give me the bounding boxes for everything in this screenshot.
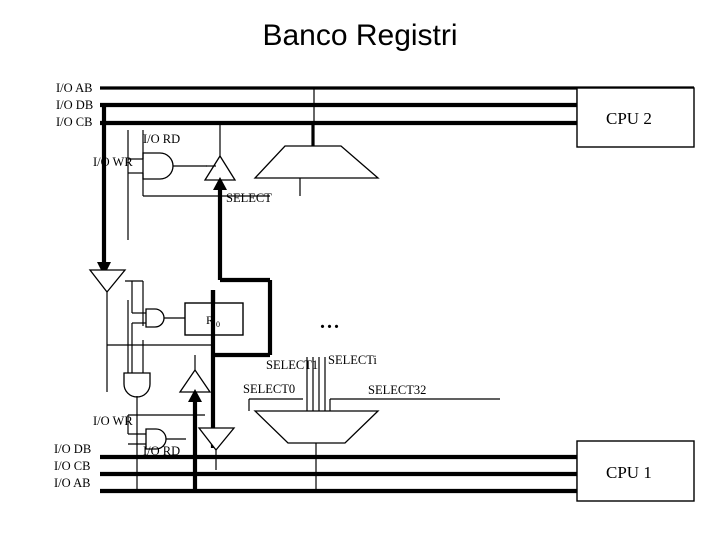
label-io-rd-bottom: I/O RD — [143, 444, 180, 458]
and-gate-small-r0-body — [145, 308, 165, 328]
label-io-wr-bottom: I/O WR — [93, 414, 133, 428]
and-gate-bottom-body — [123, 372, 151, 398]
cpu-1-block[interactable]: CPU 1 — [576, 440, 695, 502]
label-io-db-bottom: I/O DB — [54, 442, 91, 456]
mux-bottom — [253, 410, 380, 489]
buffer-down-left-body — [88, 269, 127, 294]
label-io-db-top: I/O DB — [56, 98, 93, 112]
registers-ellipsis: ... — [320, 311, 341, 333]
buffer-up-top-body — [203, 154, 237, 181]
select-labels: SELECT SELECT1 SELECTi SELECT0 SELECT32 — [226, 191, 426, 397]
mux-top — [253, 123, 380, 196]
cpu-2-label: CPU 2 — [606, 109, 652, 128]
bottom-bus-labels: I/O DB I/O CB I/O AB — [54, 442, 91, 490]
label-select-top: SELECT — [226, 191, 272, 205]
top-bus-labels: I/O AB I/O DB I/O CB — [56, 81, 93, 129]
label-io-rd-top: I/O RD — [143, 132, 180, 146]
label-io-cb-bottom: I/O CB — [54, 459, 90, 473]
label-select0: SELECT0 — [243, 382, 295, 396]
mux-bottom-body — [253, 410, 380, 444]
register-r0-subscript: 0 — [216, 320, 220, 329]
tri-state-buffer-up-bottom — [178, 355, 212, 489]
label-select-i: SELECTi — [328, 353, 377, 367]
label-io-ab-top: I/O AB — [56, 81, 92, 95]
label-io-ab-bottom: I/O AB — [54, 476, 90, 490]
label-select1: SELECT1 — [266, 358, 318, 372]
banco-registri-diagram: R 0 ... CPU 2 CPU 1 I/O AB I/O DB I/O CB… — [54, 81, 695, 502]
tri-state-buffer-down-bottom — [197, 427, 236, 470]
buffer-up-bottom-body — [178, 368, 212, 393]
diagram-page: Banco Registri R 0 ... CPU 2 CPU 1 I/O A… — [0, 0, 720, 540]
label-select32: SELECT32 — [368, 383, 426, 397]
label-io-cb-top: I/O CB — [56, 115, 92, 129]
and-gate-bottom — [123, 300, 151, 489]
cpu-2-block[interactable]: CPU 2 — [576, 87, 695, 148]
label-io-wr-top: I/O WR — [93, 155, 133, 169]
and-gate-top — [127, 130, 270, 240]
buffer-down-bottom-body — [197, 427, 236, 452]
mux-top-body — [253, 145, 380, 179]
and-gate-top-body — [142, 152, 174, 180]
cpu-1-label: CPU 1 — [606, 463, 652, 482]
